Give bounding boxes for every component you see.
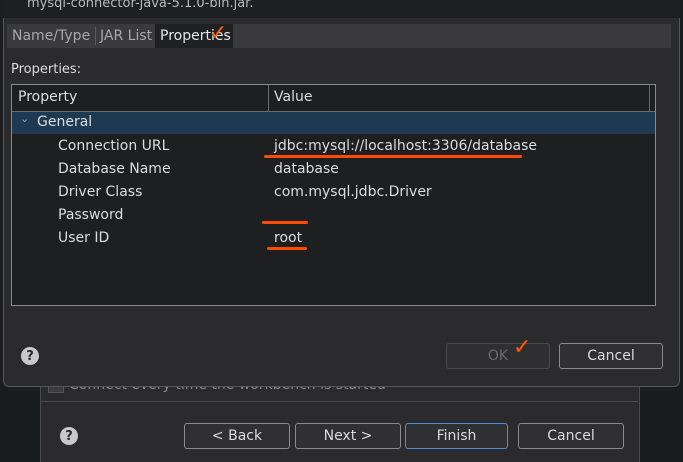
annotation-check-mark: ✓ xyxy=(209,21,228,46)
jar-file-name: mysql-connector-java-5.1.0-bin.jar. xyxy=(27,0,254,11)
property-name[interactable]: Connection URL xyxy=(58,138,169,154)
annotation-check-mark: ✓ xyxy=(513,335,532,360)
annotation-underline-url xyxy=(264,155,522,158)
group-label: General xyxy=(37,114,93,130)
properties-table[interactable]: Property Value ⌄ General Connection URL … xyxy=(11,84,656,306)
group-row-general[interactable]: ⌄ General xyxy=(12,112,655,134)
column-divider[interactable] xyxy=(268,85,269,111)
properties-label: Properties: xyxy=(11,62,82,77)
property-value[interactable]: com.mysql.jdbc.Driver xyxy=(274,184,432,200)
property-name[interactable]: Password xyxy=(58,207,123,223)
ok-button[interactable]: OK xyxy=(446,343,550,369)
table-header: Property Value xyxy=(12,85,655,112)
property-value[interactable]: database xyxy=(274,161,339,177)
background-cancel-button[interactable]: Cancel xyxy=(518,423,624,449)
help-icon[interactable]: ? xyxy=(21,347,39,365)
back-button[interactable]: < Back xyxy=(184,423,290,449)
finish-button[interactable]: Finish xyxy=(405,423,508,449)
annotation-underline-password xyxy=(262,221,308,224)
next-button[interactable]: Next > xyxy=(295,423,401,449)
property-name[interactable]: Driver Class xyxy=(58,184,142,200)
column-header-property[interactable]: Property xyxy=(18,89,77,105)
property-value[interactable]: root xyxy=(274,230,302,246)
chevron-down-icon[interactable]: ⌄ xyxy=(20,112,29,125)
column-divider[interactable] xyxy=(649,85,650,111)
property-name[interactable]: Database Name xyxy=(58,161,171,177)
background-divider xyxy=(40,401,638,402)
cancel-button[interactable]: Cancel xyxy=(559,343,663,369)
tab-jar-list[interactable]: JAR List xyxy=(95,24,155,48)
annotation-underline-user xyxy=(267,247,307,250)
property-value[interactable]: jdbc:mysql://localhost:3306/database xyxy=(274,138,537,154)
help-icon[interactable]: ? xyxy=(60,427,78,445)
column-header-value[interactable]: Value xyxy=(274,89,312,105)
property-name[interactable]: User ID xyxy=(58,230,109,246)
tab-name-type[interactable]: Name/Type xyxy=(7,24,95,48)
